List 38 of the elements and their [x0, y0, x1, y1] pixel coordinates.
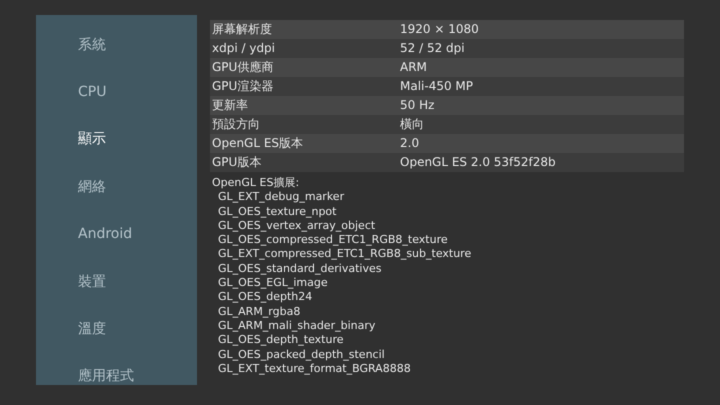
row-value: OpenGL ES 2.0 53f52f28b [400, 154, 556, 171]
row-label: 更新率 [212, 97, 249, 114]
sidebar-item[interactable]: 顯示 [36, 116, 197, 164]
extension-item: GL_EXT_texture_format_BGRA8888 [217, 362, 412, 376]
extension-item: GL_OES_depth24 [217, 290, 314, 305]
row-value: 橫向 [400, 116, 424, 133]
extension-item: GL_OES_EGL_image [217, 276, 329, 290]
extension-item: GL_OES_depth_texture [217, 333, 344, 348]
sidebar-item[interactable]: 系統 [36, 21, 197, 68]
extension-item: GL_OES_vertex_array_object [217, 218, 376, 234]
extensions-heading: OpenGL ES擴展: [212, 176, 300, 190]
row-label: GPU供應商 [212, 59, 274, 76]
extension-item: GL_OES_texture_npot [217, 204, 338, 219]
row-label: 屏幕解析度 [212, 21, 273, 38]
sidebar-item[interactable]: 應用程式 [36, 352, 197, 400]
row-value: 52 / 52 dpi [400, 40, 465, 57]
extension-item: GL_OES_packed_depth_stencil [217, 348, 386, 362]
row-label: 預設方向 [212, 116, 261, 133]
row-value: 2.0 [400, 135, 420, 152]
extension-item: GL_EXT_debug_marker [217, 190, 346, 205]
row-value: Mali-450 MP [400, 78, 474, 95]
extension-item: GL_OES_compressed_ETC1_RGB8_texture [217, 233, 449, 248]
row-label: xdpi / ydpi [212, 40, 276, 57]
extension-item: GL_ARM_mali_shader_binary [217, 318, 376, 334]
extension-item: GL_EXT_compressed_ETC1_RGB8_sub_texture [217, 247, 472, 262]
row-value: 50 Hz [400, 97, 434, 114]
sidebar-item[interactable]: 網絡 [36, 163, 197, 211]
sidebar-item[interactable]: 溫度 [36, 305, 197, 353]
extension-item: GL_OES_standard_derivatives [217, 262, 382, 276]
sidebar-item[interactable]: Android [36, 210, 197, 258]
row-label: GPU版本 [212, 154, 262, 171]
row-label: OpenGL ES版本 [212, 135, 304, 152]
row-value: ARM [400, 59, 427, 76]
row-label: GPU渲染器 [212, 78, 274, 95]
row-value: 1920 × 1080 [400, 21, 479, 38]
extension-item: GL_ARM_rgba8 [217, 304, 302, 319]
sidebar-item[interactable]: 裝置 [36, 258, 197, 306]
sidebar-item[interactable]: CPU [36, 68, 197, 116]
